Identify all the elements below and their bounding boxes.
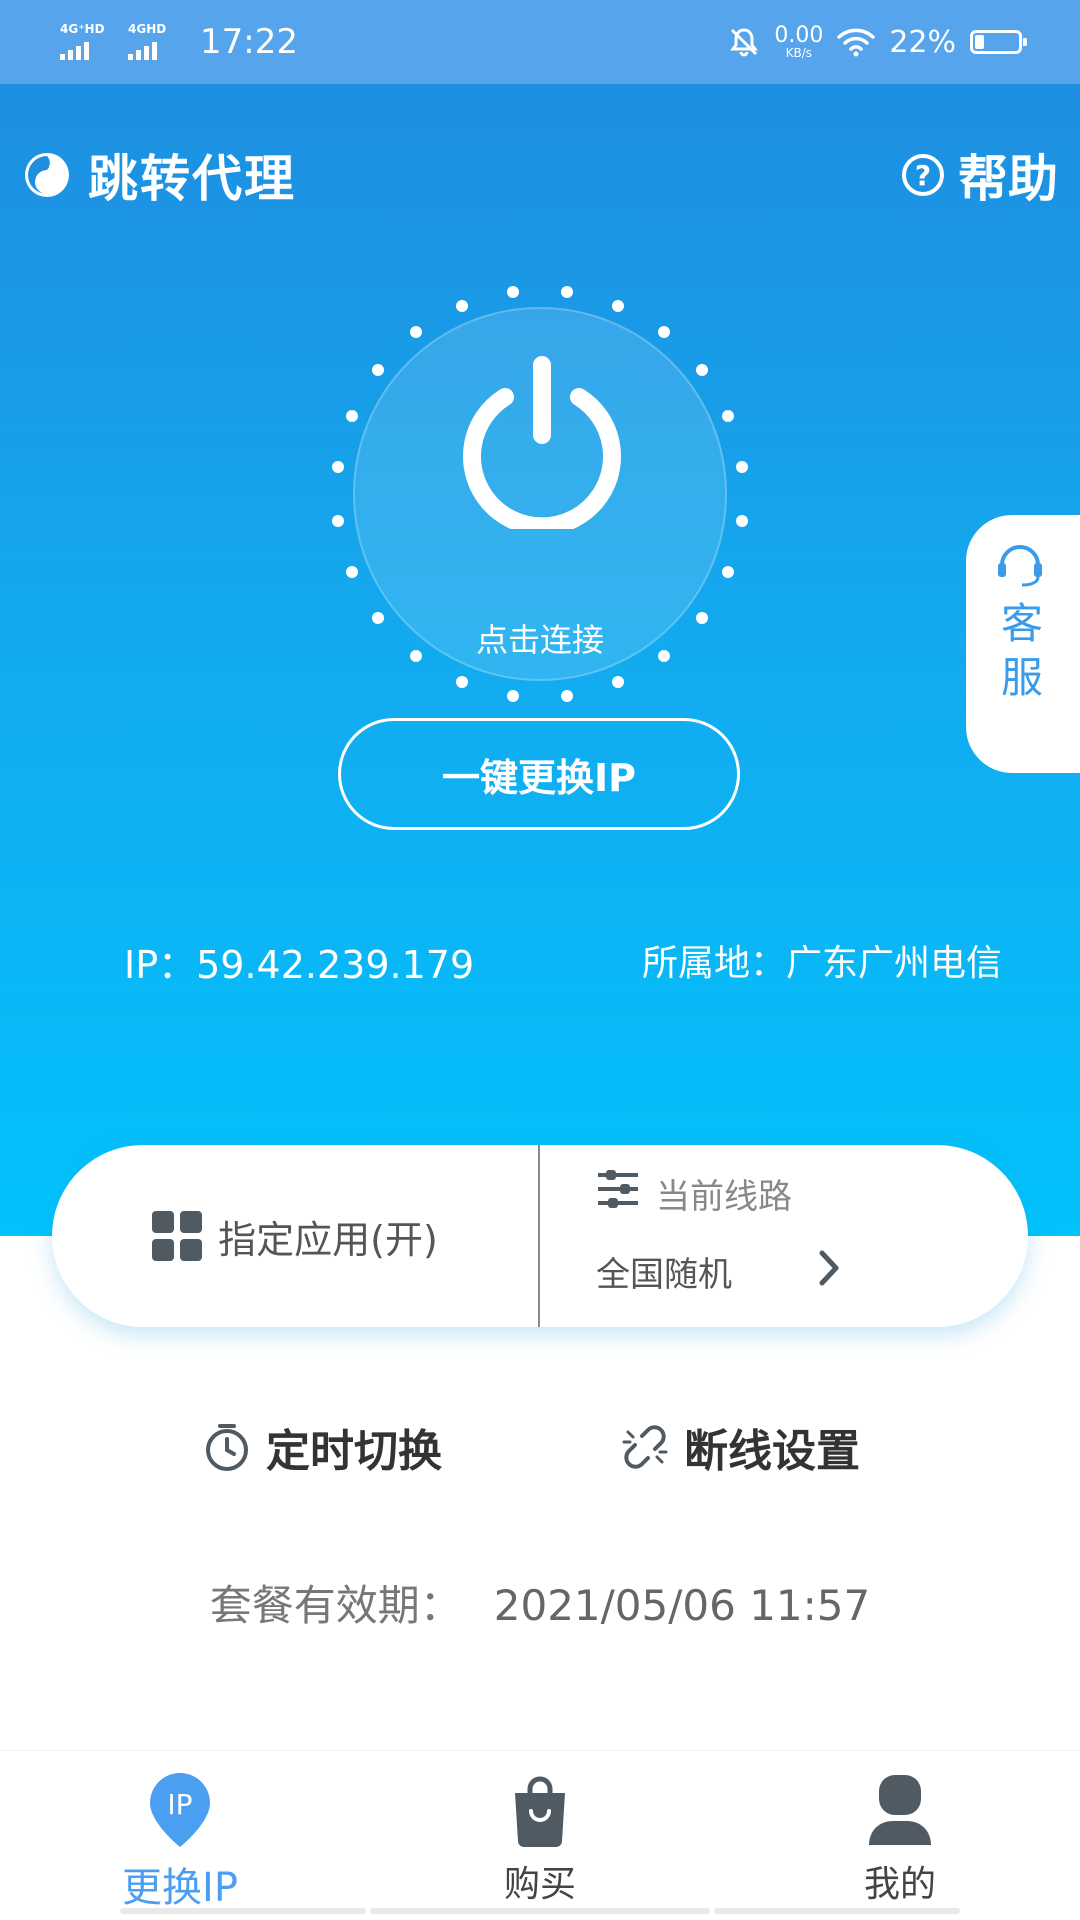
ring-dot: [455, 676, 468, 689]
ring-dot: [560, 690, 573, 703]
signal-icon-sim2: 4GHD: [126, 22, 182, 62]
ring-dot: [409, 649, 422, 662]
battery-percent: 22%: [889, 24, 956, 60]
ring-dot: [331, 461, 344, 474]
net-speed-value: 0.00: [774, 23, 824, 48]
cs-label-line2: 服: [1000, 653, 1043, 702]
customer-service-tab[interactable]: 客 服: [966, 515, 1080, 773]
net-speed: 0.00 KB/s: [774, 23, 824, 60]
change-ip-button[interactable]: 一键更换IP: [338, 718, 740, 830]
ring-dot: [658, 326, 671, 339]
status-right: 0.00 KB/s 22%: [728, 14, 1027, 70]
nav-profile-label: 我的: [863, 1864, 936, 1905]
battery-icon: [970, 30, 1027, 54]
status-left: 4G⁺HD 4GHD 17:22: [58, 16, 298, 68]
timed-switch-label: 定时切换: [266, 1426, 442, 1477]
ip-address: IP：59.42.239.179: [124, 943, 475, 987]
cs-label-line1: 客: [1000, 599, 1043, 648]
plan-expiry: 套餐有效期： 2021/05/06 11:57: [0, 1572, 1080, 1633]
ring-dot: [455, 299, 468, 312]
nav-underline-1: [120, 1908, 366, 1914]
customer-service-label: 客 服: [994, 597, 1050, 705]
ring-dot: [612, 299, 625, 312]
ring-dot: [722, 409, 735, 422]
sim2-label: 4GHD: [128, 22, 167, 36]
nav-change-ip-label: 更换IP: [122, 1865, 238, 1911]
nav-buy-label: 购买: [503, 1864, 576, 1905]
route-value: 全国随机: [596, 1255, 732, 1295]
ring-dot: [695, 363, 708, 376]
specified-app-label: 指定应用(开): [218, 1217, 438, 1262]
apps-grid-icon: [152, 1211, 203, 1261]
ip-location: 所属地：广东广州电信: [641, 943, 1002, 984]
connect-button[interactable]: 点击连接: [353, 307, 727, 681]
ring-dot: [658, 649, 671, 662]
nav-buy[interactable]: 购买: [460, 1751, 620, 1920]
disconnect-settings-label: 断线设置: [684, 1426, 860, 1477]
signal-icon-sim1: 4G⁺HD: [58, 22, 114, 62]
clock: 17:22: [200, 22, 298, 62]
net-speed-unit: KB/s: [785, 46, 813, 60]
disconnect-settings-button[interactable]: 断线设置: [620, 1415, 860, 1479]
ring-dot: [736, 514, 749, 527]
sim1-label: 4G⁺HD: [60, 22, 105, 36]
brand: 跳转代理: [22, 139, 296, 211]
nav-profile[interactable]: 我的: [820, 1751, 980, 1920]
ring-dot: [345, 409, 358, 422]
current-route-button[interactable]: 当前线路 全国随机: [592, 1145, 1012, 1327]
expiry-value: 2021/05/06 11:57: [493, 1581, 871, 1630]
ip-pin-text: IP: [167, 1788, 192, 1821]
bell-off-icon: [730, 28, 759, 57]
help-button[interactable]: ? 帮助: [902, 139, 1058, 211]
ring-dot: [736, 461, 749, 474]
shopping-bag-icon: [515, 1776, 565, 1847]
nav-underline-3: [714, 1908, 960, 1914]
help-label: 帮助: [958, 150, 1058, 208]
help-icon: ?: [902, 154, 944, 196]
power-icon: [463, 356, 621, 529]
hero-panel: 跳转代理 ? 帮助 点击连接 一键更换IP IP：59.42.239.179 所…: [0, 84, 1080, 1236]
expiry-label: 套餐有效期：: [209, 1581, 462, 1630]
user-icon: [869, 1775, 931, 1845]
ring-dot: [331, 514, 344, 527]
ip-pin-icon: IP: [150, 1773, 210, 1847]
ring-dot: [722, 566, 735, 579]
ring-dot: [507, 690, 520, 703]
route-title: 当前线路: [656, 1177, 792, 1217]
specified-app-button[interactable]: 指定应用(开): [52, 1145, 538, 1327]
bottom-nav: IP 更换IP 购买 我的: [0, 1750, 1080, 1920]
mode-card: 指定应用(开) 当前线路 全国随机: [52, 1145, 1028, 1327]
timer-icon: [206, 1424, 248, 1471]
ring-dot: [507, 285, 520, 298]
chevron-right-icon: [819, 1250, 839, 1286]
ring-dot: [612, 676, 625, 689]
wifi-icon: [837, 28, 876, 57]
ring-dot: [560, 285, 573, 298]
app-title: 跳转代理: [88, 150, 296, 208]
broken-link-icon: [622, 1425, 668, 1469]
ring-dot: [409, 326, 422, 339]
ring-dot: [372, 612, 385, 625]
ring-dot: [695, 612, 708, 625]
sliders-icon: [598, 1170, 638, 1208]
power-area: 点击连接: [330, 284, 750, 704]
app-logo-icon: [25, 153, 69, 197]
ring-dot: [345, 566, 358, 579]
nav-underline-2: [370, 1908, 710, 1914]
ring-dot: [372, 363, 385, 376]
battery-fill: [975, 35, 984, 49]
app-screen: 4G⁺HD 4GHD 17:22 0.00 KB/s 22% 跳转代理 ? 帮助…: [0, 0, 1080, 1920]
status-bar: 4G⁺HD 4GHD 17:22 0.00 KB/s 22%: [0, 0, 1080, 84]
timed-switch-button[interactable]: 定时切换: [202, 1415, 442, 1479]
nav-change-ip[interactable]: IP 更换IP: [100, 1751, 260, 1920]
headset-icon: [998, 545, 1042, 587]
card-divider: [538, 1145, 540, 1327]
